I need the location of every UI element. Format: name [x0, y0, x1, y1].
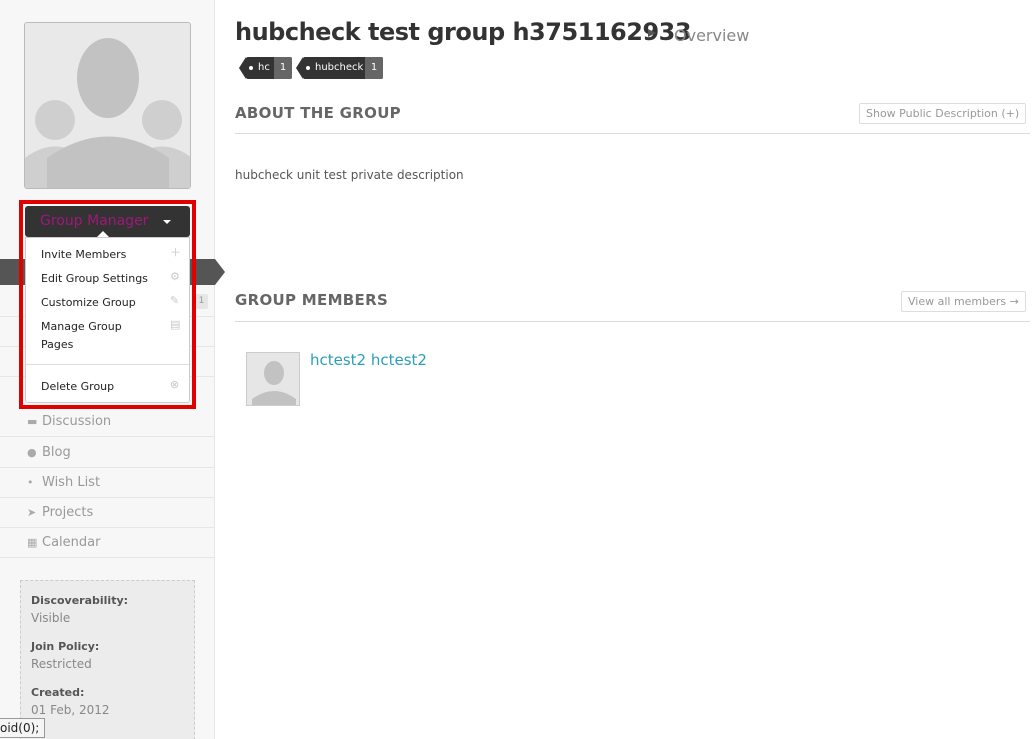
- member-name-link[interactable]: hctest2 hctest2: [310, 351, 427, 369]
- discoverability-label: Discoverability:: [31, 594, 129, 607]
- group-info-box: Discoverability: Visible Join Policy: Re…: [20, 580, 195, 739]
- group-manager-button[interactable]: Group Manager: [25, 206, 190, 238]
- sidebar-item-label: Projects: [42, 505, 94, 520]
- section-divider: [235, 321, 1030, 322]
- sidebar-item-blog[interactable]: ● Blog: [0, 438, 215, 468]
- calendar-icon: ▦: [27, 536, 38, 549]
- sidebar-item-wish-list[interactable]: • Wish List: [0, 468, 215, 498]
- view-all-members-button[interactable]: View all members →: [901, 291, 1026, 312]
- group-manager-menu: Invite Members ＋ Edit Group Settings ⚙ C…: [25, 237, 190, 403]
- sidebar-item-projects[interactable]: ➤ Projects: [0, 498, 215, 528]
- about-heading: ABOUT THE GROUP: [235, 104, 401, 122]
- menu-item-delete-group[interactable]: Delete Group: [41, 378, 114, 396]
- sidebar-item-label: Blog: [42, 445, 71, 460]
- tag-notch: [239, 57, 246, 79]
- tag-hc[interactable]: hc 1: [239, 57, 292, 79]
- created-value: 01 Feb, 2012: [31, 703, 110, 717]
- page-title: hubcheck test group h3751162933: [235, 18, 692, 46]
- sidebar-item-discussion[interactable]: ▬ Discussion: [0, 407, 215, 437]
- tag-count: 1: [274, 57, 292, 79]
- join-policy-value: Restricted: [31, 657, 92, 671]
- discoverability-value: Visible: [31, 611, 71, 625]
- breadcrumb-section: Overview: [674, 26, 750, 45]
- sidebar-item-label: Discussion: [42, 414, 112, 429]
- menu-item-edit-group-settings[interactable]: Edit Group Settings: [41, 270, 148, 288]
- menu-item-manage-group-pages[interactable]: Manage Group Pages: [41, 318, 141, 354]
- sidebar-item-label: Wish List: [42, 475, 101, 490]
- member-avatar[interactable]: [246, 352, 300, 406]
- chevron-down-icon: [163, 220, 171, 224]
- comments-icon: ▬: [27, 415, 38, 428]
- tag-count: 1: [365, 57, 383, 79]
- sidebar-item-calendar[interactable]: ▦ Calendar: [0, 528, 215, 558]
- close-circle-icon: ⊗: [170, 378, 180, 391]
- chat-bubble-icon: ●: [27, 446, 37, 459]
- tag-dot-icon: [306, 66, 310, 70]
- tag-hubcheck[interactable]: hubcheck 1: [296, 57, 383, 79]
- group-avatar: [24, 22, 191, 189]
- active-item-arrow: [215, 259, 225, 285]
- breadcrumb-arrow-icon: [648, 29, 656, 37]
- menu-item-invite-members[interactable]: Invite Members: [41, 246, 126, 264]
- tag-notch: [296, 57, 303, 79]
- file-icon: ▤: [170, 318, 181, 331]
- join-policy-label: Join Policy:: [31, 640, 100, 653]
- private-description: hubcheck unit test private description: [235, 168, 464, 182]
- sidebar-item-label: Calendar: [42, 535, 101, 550]
- count-badge: 1: [195, 294, 208, 309]
- paper-plane-icon: ➤: [27, 506, 37, 519]
- menu-item-customize-group[interactable]: Customize Group: [41, 294, 136, 312]
- lightbulb-icon: •: [27, 476, 34, 489]
- tag-label: hc: [258, 62, 270, 73]
- group-manager-label: Group Manager: [40, 213, 149, 229]
- show-public-description-button[interactable]: Show Public Description (+): [859, 103, 1027, 124]
- members-heading: GROUP MEMBERS: [235, 291, 389, 309]
- status-tooltip: oid(0);: [0, 718, 46, 738]
- tag-label: hubcheck: [315, 62, 364, 73]
- section-divider: [235, 133, 1030, 134]
- pencil-icon: ✎: [170, 294, 180, 307]
- created-label: Created:: [31, 686, 85, 699]
- menu-divider: [26, 364, 189, 365]
- plus-icon: ＋: [170, 246, 181, 259]
- tag-dot-icon: [249, 66, 253, 70]
- gear-icon: ⚙: [170, 270, 180, 283]
